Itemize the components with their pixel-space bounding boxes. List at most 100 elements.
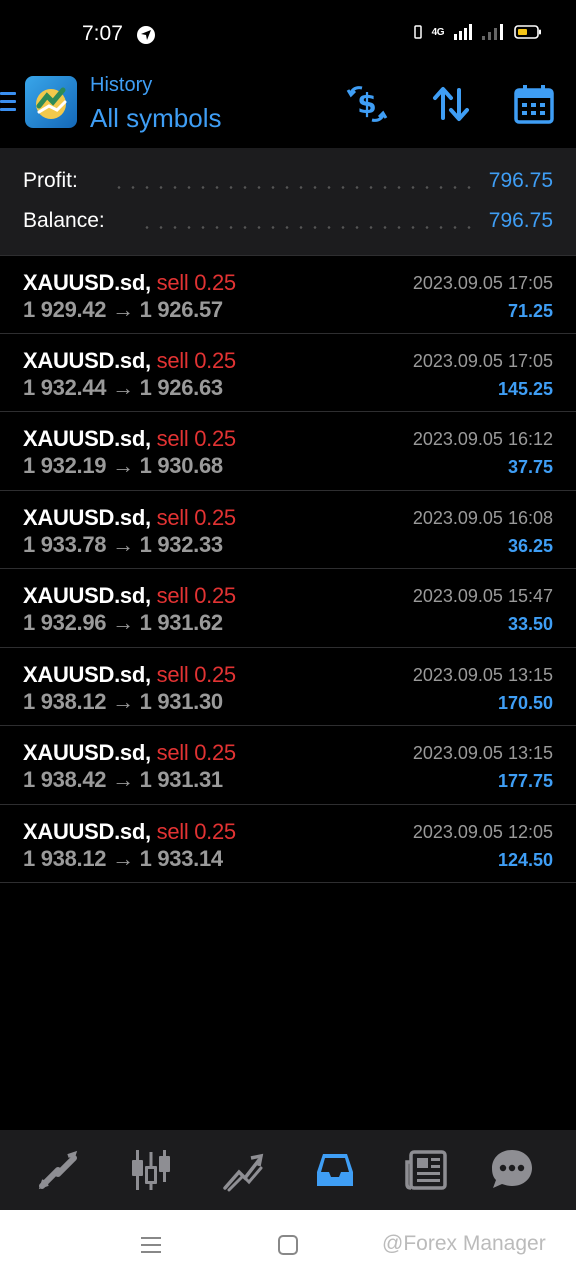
arrow-right-icon: → <box>112 767 134 792</box>
header-subtitle: History <box>90 74 153 96</box>
open-price: 1 932.44 <box>23 374 107 400</box>
arrow-right-icon: → <box>112 374 134 400</box>
trade-icon[interactable] <box>219 1146 267 1194</box>
arrow-right-icon: → <box>112 688 134 714</box>
trade-profit: 71.25 <box>507 301 553 321</box>
trade-side: sell 0.25 <box>156 347 237 373</box>
trade-datetime: 2023.09.05 16:12 <box>412 429 553 449</box>
calendar-icon[interactable] <box>512 82 556 126</box>
trade-prices: 1 938.42 → 1 931.31 <box>23 767 223 793</box>
trade-symbol: XAUUSD.sd, <box>23 740 151 765</box>
trade-row[interactable]: XAUUSD.sd, sell 0.25 1 933.78 → 1 932.33… <box>0 491 576 569</box>
trade-title: XAUUSD.sd, sell 0.25 <box>23 740 236 766</box>
trade-side: sell 0.25 <box>156 426 237 451</box>
trade-title: XAUUSD.sd, sell 0.25 <box>23 426 236 452</box>
bottom-tab-bar <box>0 1130 576 1210</box>
close-price: 1 931.31 <box>139 767 224 792</box>
app-logo <box>25 76 77 128</box>
battery-icon <box>514 25 541 39</box>
trade-title: XAUUSD.sd, sell 0.25 <box>23 270 236 296</box>
signal-icon <box>454 24 472 40</box>
trade-symbol: XAUUSD.sd, <box>23 504 151 530</box>
arrow-right-icon: → <box>112 453 134 478</box>
trade-profit: 33.50 <box>507 614 553 634</box>
trade-side: sell 0.25 <box>156 583 237 608</box>
open-price: 1 932.19 <box>23 453 107 478</box>
trade-title: XAUUSD.sd, sell 0.25 <box>23 662 236 688</box>
trade-profit: 170.50 <box>497 692 553 713</box>
trade-datetime: 2023.09.05 13:15 <box>412 664 553 685</box>
trade-side: sell 0.25 <box>156 504 237 530</box>
status-bar: 7:07 4G <box>0 0 576 70</box>
trade-side: sell 0.25 <box>156 661 237 687</box>
balance-value: 796.75 <box>488 209 553 232</box>
open-price: 1 938.42 <box>23 767 107 792</box>
trade-row[interactable]: XAUUSD.sd, sell 0.25 1 932.19 → 1 930.68… <box>0 412 576 491</box>
watermark-text: @Forex Manager <box>382 1232 546 1255</box>
trade-row[interactable]: XAUUSD.sd, sell 0.25 1 932.44 → 1 926.63… <box>0 334 576 412</box>
trade-datetime: 2023.09.05 17:05 <box>412 273 553 293</box>
trade-profit: 37.75 <box>507 457 553 477</box>
svg-text:$: $ <box>357 87 376 120</box>
balance-row: Balance: 796.75 <box>0 209 576 239</box>
trade-row[interactable]: XAUUSD.sd, sell 0.25 1 938.12 → 1 933.14… <box>0 805 576 883</box>
close-price: 1 930.68 <box>139 453 224 478</box>
trade-profit: 36.25 <box>507 535 553 556</box>
trade-row[interactable]: XAUUSD.sd, sell 0.25 1 929.42 → 1 926.57… <box>0 255 576 334</box>
trade-title: XAUUSD.sd, sell 0.25 <box>23 348 236 374</box>
trade-row[interactable]: XAUUSD.sd, sell 0.25 1 932.96 → 1 931.62… <box>0 569 576 648</box>
arrow-right-icon: → <box>112 845 134 871</box>
trade-symbol: XAUUSD.sd, <box>23 426 151 451</box>
open-price: 1 938.12 <box>23 845 107 871</box>
chat-icon[interactable] <box>488 1146 536 1194</box>
vibrate-icon <box>413 25 422 39</box>
network-type: 4G <box>431 26 445 38</box>
trade-symbol: XAUUSD.sd, <box>23 347 151 373</box>
trade-symbol: XAUUSD.sd, <box>23 583 151 608</box>
chart-icon[interactable] <box>127 1146 175 1194</box>
history-icon[interactable] <box>311 1146 359 1194</box>
open-price: 1 938.12 <box>23 688 107 714</box>
trade-datetime: 2023.09.05 13:15 <box>412 743 553 763</box>
recent-apps-icon[interactable] <box>139 1235 163 1255</box>
menu-icon[interactable] <box>0 92 18 116</box>
sort-icon[interactable] <box>429 82 473 126</box>
metatrader-logo-icon <box>36 87 67 119</box>
trade-row[interactable]: XAUUSD.sd, sell 0.25 1 938.42 → 1 931.31… <box>0 726 576 805</box>
trade-row[interactable]: XAUUSD.sd, sell 0.25 1 938.12 → 1 931.30… <box>0 648 576 726</box>
quotes-icon[interactable] <box>34 1146 82 1194</box>
news-icon[interactable] <box>403 1146 451 1194</box>
trade-side: sell 0.25 <box>156 740 237 765</box>
system-nav-bar: @Forex Manager <box>0 1210 576 1280</box>
app-header <box>0 70 576 148</box>
trade-side: sell 0.25 <box>156 270 237 295</box>
trade-profit: 177.75 <box>497 771 553 791</box>
trade-title: XAUUSD.sd, sell 0.25 <box>23 505 236 531</box>
trade-datetime: 2023.09.05 17:05 <box>412 350 553 371</box>
summary-panel: Profit: 796.75 Balance: 796.75 <box>0 148 576 255</box>
dotted-leader <box>112 186 472 189</box>
currency-exchange-icon[interactable]: $ <box>345 82 389 126</box>
trade-profit: 124.50 <box>497 849 553 870</box>
close-price: 1 926.57 <box>139 297 224 322</box>
close-price: 1 926.63 <box>139 374 224 400</box>
arrow-right-icon: → <box>112 610 134 635</box>
arrow-right-icon: → <box>112 531 134 557</box>
profit-label: Profit: <box>23 169 78 192</box>
arrow-right-icon: → <box>112 297 134 322</box>
navigation-icon <box>137 26 155 44</box>
trade-prices: 1 938.12 → 1 931.30 <box>23 689 223 715</box>
close-price: 1 933.14 <box>139 845 224 871</box>
home-icon[interactable] <box>277 1234 299 1256</box>
signal-icon <box>482 24 503 40</box>
page-title[interactable]: All symbols <box>90 103 221 134</box>
trade-datetime: 2023.09.05 15:47 <box>412 586 553 606</box>
trade-symbol: XAUUSD.sd, <box>23 270 151 295</box>
trade-datetime: 2023.09.05 16:08 <box>412 507 553 528</box>
status-time: 7:07 <box>82 22 123 45</box>
close-price: 1 932.33 <box>139 531 224 557</box>
trade-prices: 1 932.96 → 1 931.62 <box>23 610 223 636</box>
open-price: 1 929.42 <box>23 297 107 322</box>
trade-side: sell 0.25 <box>156 818 237 844</box>
trade-prices: 1 938.12 → 1 933.14 <box>23 846 223 872</box>
